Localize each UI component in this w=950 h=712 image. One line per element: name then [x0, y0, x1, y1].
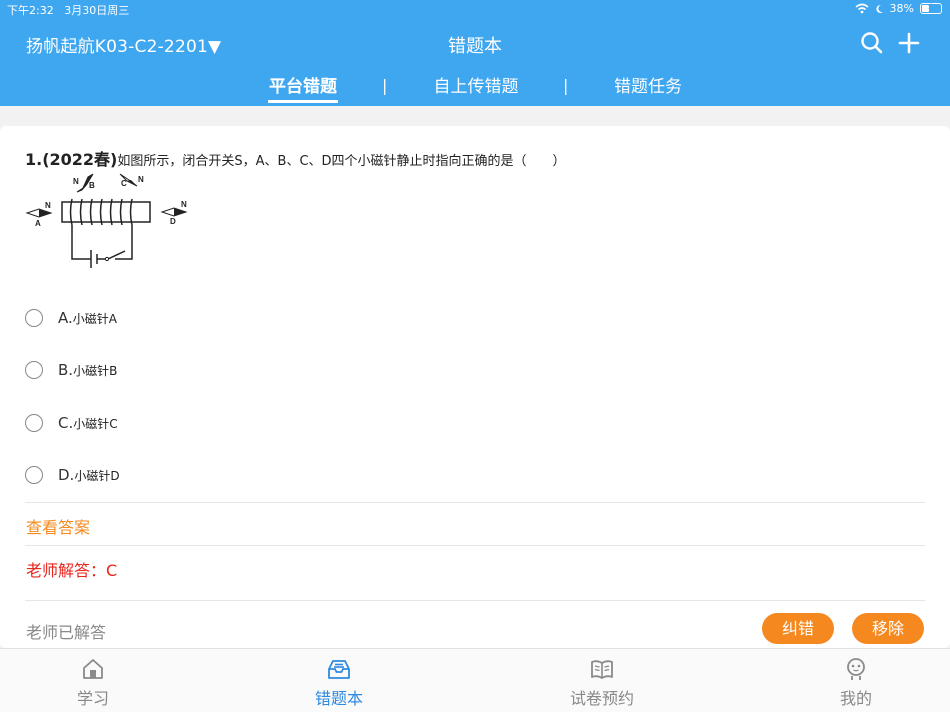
option-c[interactable]: C. 小磁针C [25, 411, 118, 435]
status-time: 下午2:32 [7, 4, 54, 17]
status-bar: 下午2:32 3月30日周三 38% ⚡ [0, 0, 950, 18]
tabbar-item-me[interactable]: 我的 [796, 649, 916, 712]
home-icon [83, 659, 103, 679]
bottom-tab-bar: 学习 错题本 试卷预约 我的 [0, 648, 950, 712]
radio-button[interactable] [25, 414, 43, 432]
option-letter: B. [58, 361, 74, 379]
figure-label-c-n: N [138, 175, 144, 184]
figure-label-c: C [121, 179, 127, 188]
figure-label-b: B [89, 181, 95, 190]
figure-label-d: D [170, 217, 176, 226]
tab-active-underline [268, 100, 338, 103]
option-d[interactable]: D. 小磁针D [25, 463, 120, 487]
radio-button[interactable] [25, 361, 43, 379]
status-time-date: 下午2:32 3月30日周三 [7, 2, 129, 18]
question-number: 1.(2022春) [25, 150, 118, 169]
question-stem: 1.(2022春)如图所示，闭合开关S，A、B、C、D四个小磁针静止时指向正确的… [25, 146, 566, 170]
figure-label-a: A [35, 219, 41, 228]
user-icon [847, 658, 865, 680]
tab-separator: | [563, 76, 569, 95]
tabbar-label: 错题本 [314, 689, 363, 708]
solenoid-figure: N A N B C N N D [25, 173, 188, 268]
tab-bar: 平台错题 | 自上传错题 | 错题任务 [0, 72, 950, 103]
battery-icon: ⚡ [920, 2, 942, 14]
tabbar-label: 学习 [76, 689, 109, 708]
status-indicators: 38% ⚡ [855, 2, 942, 15]
answered-status: 老师已解答 [26, 623, 107, 642]
divider [25, 600, 925, 601]
inbox-icon [328, 660, 350, 679]
figure-label-a-n: N [45, 201, 51, 210]
remove-button[interactable]: 移除 [852, 613, 924, 644]
search-icon[interactable] [859, 30, 885, 56]
tabbar-item-mistakes[interactable]: 错题本 [279, 649, 399, 712]
divider [25, 545, 925, 546]
tabbar-item-study[interactable]: 学习 [33, 649, 153, 712]
option-a[interactable]: A. 小磁针A [25, 306, 117, 330]
question-text: 如图所示，闭合开关S，A、B、C、D四个小磁针静止时指向正确的是（ ） [117, 154, 566, 169]
figure-label-d-n: N [181, 200, 187, 209]
status-date: 3月30日周三 [64, 4, 130, 17]
tab-mistake-tasks[interactable]: 错题任务 [612, 72, 684, 97]
charging-bolt-icon: ⚡ [927, 2, 934, 12]
view-answer-link[interactable]: 查看答案 [26, 514, 90, 538]
book-icon [591, 660, 613, 679]
tabbar-item-exam-booking[interactable]: 试卷预约 [542, 649, 662, 712]
radio-button[interactable] [25, 466, 43, 484]
option-text: 小磁针A [72, 311, 117, 326]
option-text: 小磁针B [73, 363, 118, 378]
teacher-answer: 老师解答：C [26, 561, 118, 580]
page-title: 错题本 [448, 36, 502, 57]
battery-percent: 38% [889, 2, 914, 15]
tab-platform-mistakes[interactable]: 平台错题 [268, 72, 338, 97]
correct-error-button[interactable]: 纠错 [762, 613, 834, 644]
figure-label-b-n: N [73, 177, 79, 186]
header: 下午2:32 3月30日周三 38% ⚡ 扬帆起航K03-C2-2201▼ 错题… [0, 0, 950, 106]
option-letter: A. [58, 309, 73, 327]
wifi-icon [855, 3, 869, 14]
tabbar-label: 我的 [839, 689, 872, 708]
option-b[interactable]: B. 小磁针B [25, 358, 117, 382]
option-letter: D. [58, 466, 75, 484]
tabbar-label: 试卷预约 [569, 689, 634, 708]
divider [25, 502, 925, 503]
option-text: 小磁针C [73, 416, 118, 431]
option-text: 小磁针D [74, 468, 120, 483]
moon-icon [875, 4, 883, 13]
option-letter: C. [58, 414, 74, 432]
radio-button[interactable] [25, 309, 43, 327]
tab-uploaded-mistakes[interactable]: 自上传错题 [431, 72, 521, 97]
plus-icon[interactable] [896, 30, 922, 56]
tab-separator: | [382, 76, 388, 95]
